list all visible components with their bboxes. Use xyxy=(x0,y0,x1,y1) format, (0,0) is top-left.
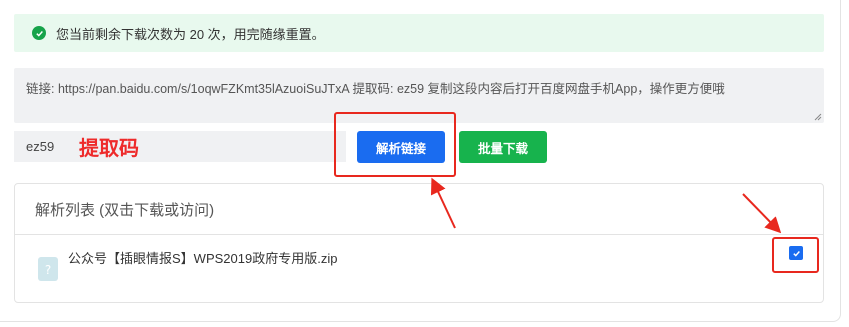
annotation-arrows xyxy=(430,177,782,234)
arrow-to-checkbox xyxy=(742,193,782,234)
arrow-to-parse-button xyxy=(430,177,456,229)
